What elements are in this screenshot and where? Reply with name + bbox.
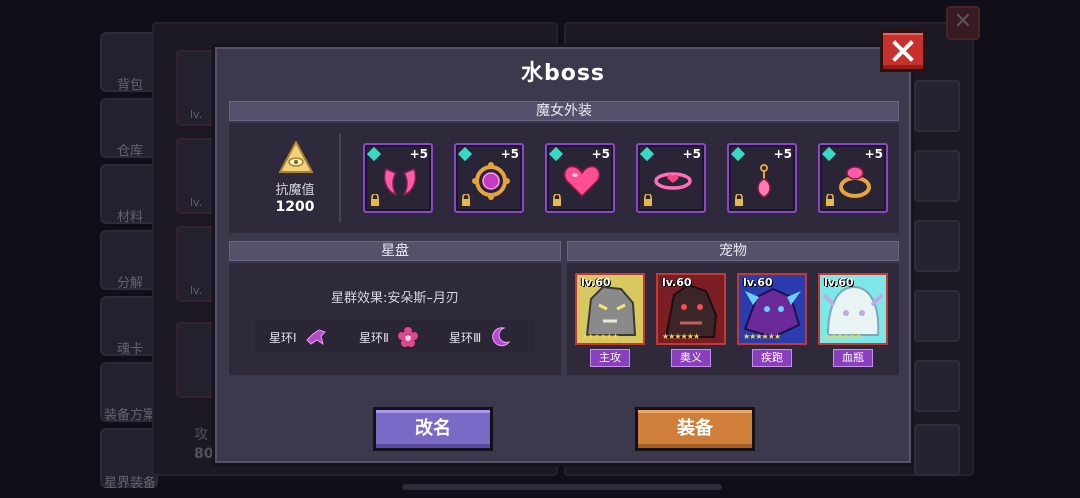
outfit-slot-necklace[interactable]: +5 [636,143,706,213]
equip-button[interactable]: 装备 [635,407,755,451]
loadout-dialog: 水boss 魔女外装 抗魔值 1200 +5 +5 +5 +5 +5 +5 星盘… [212,44,914,466]
orb-icon [472,162,510,200]
lock-icon [735,194,743,206]
rename-button[interactable]: 改名 [373,407,493,451]
flower-icon [397,327,418,347]
outfit-slot-horns[interactable]: +5 [363,143,433,213]
resistance-value: 1200 [275,199,315,215]
witch-outfit-header: 魔女外装 [229,101,899,121]
pet-level: lv.60 [743,276,773,289]
enhance-level: +5 [682,147,701,161]
resistance-label: 抗魔值 [275,183,315,198]
outfit-slot-orb-amulet[interactable]: +5 [454,143,524,213]
pet-role-tag: 血瓶 [833,349,873,367]
necklace-icon [654,172,692,190]
lock-icon [371,194,379,206]
close-dialog-button[interactable] [880,30,926,72]
pet-level: lv.60 [824,276,854,289]
diamond-gem-icon [366,146,382,162]
pet-card-sprint[interactable]: lv.60 ★★★★★★ [737,273,807,345]
diamond-gem-icon [730,146,746,162]
star-ring-label: 星环Ⅰ [269,330,297,345]
outfit-slot-earring[interactable]: +5 [727,143,797,213]
star-ring-1[interactable]: 星环Ⅰ [269,325,327,349]
heart-icon [563,165,601,198]
star-disk-header: 星盘 [229,241,561,261]
pet-star-rating: ★★★★★★ [662,332,700,341]
pet-role-tag: 主攻 [590,349,630,367]
star-ring-label: 星环Ⅱ [359,330,389,345]
background-scrollbar [402,484,722,490]
ring-icon [839,166,871,198]
star-ring-3[interactable]: 星环Ⅲ [449,325,511,349]
enhance-level: +5 [500,147,519,161]
star-ring-2[interactable]: 星环Ⅱ [359,325,419,349]
earring-icon [757,164,771,198]
magic-resistance: 抗魔值 1200 [243,133,347,237]
lock-icon [826,194,834,206]
lock-icon [644,194,652,206]
star-ring-row: 星环Ⅰ 星环Ⅱ 星环Ⅲ [255,319,535,353]
horns-icon [383,168,417,197]
crow-icon [305,329,326,346]
outfit-divider [339,133,341,223]
pet-level: lv.60 [581,276,611,289]
enhance-level: +5 [591,147,610,161]
diamond-gem-icon [548,146,564,162]
pet-card-blood-potion[interactable]: lv.60 ★★★★★★ [818,273,888,345]
diamond-gem-icon [457,146,473,162]
pet-level: lv.60 [662,276,692,289]
pet-card-ultimate[interactable]: lv.60 ★★★★★★ [656,273,726,345]
lock-icon [462,194,470,206]
diamond-gem-icon [639,146,655,162]
pets-header: 宠物 [567,241,899,261]
crescent-moon-icon [492,327,511,347]
pet-role-tag: 奥义 [671,349,711,367]
enhance-level: +5 [409,147,428,161]
pet-star-rating: ★★★★★★ [581,332,619,341]
enhance-level: +5 [773,147,792,161]
eye-pyramid-icon [279,141,313,173]
dialog-title: 水boss [520,61,606,86]
pet-card-main-attack[interactable]: lv.60 ★★★★★★ [575,273,645,345]
close-x-icon [892,40,914,62]
outfit-slot-heart[interactable]: +5 [545,143,615,213]
pet-star-rating: ★★★★★★ [743,332,781,341]
diamond-gem-icon [821,146,837,162]
lock-icon [553,194,561,206]
enhance-level: +5 [864,147,883,161]
pet-role-tag: 疾跑 [752,349,792,367]
pet-star-rating: ★★★★★★ [824,332,862,341]
star-ring-label: 星环Ⅲ [449,330,482,345]
constellation-effect: 星群效果:安朵斯–月刃 [331,291,459,306]
outfit-slot-ring[interactable]: +5 [818,143,888,213]
